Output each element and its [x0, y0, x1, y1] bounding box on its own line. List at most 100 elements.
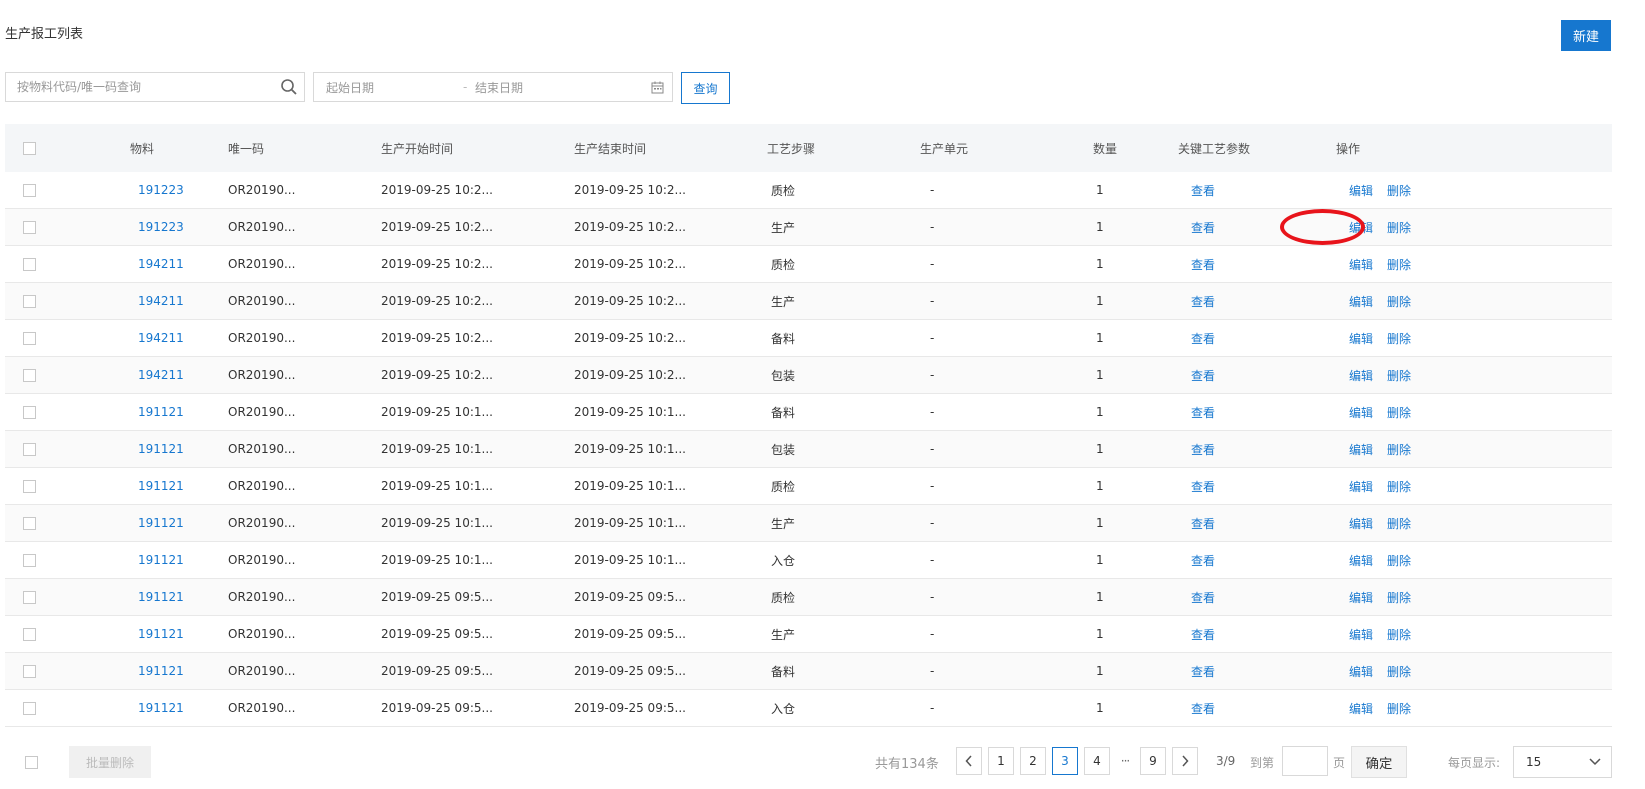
row-checkbox-cell[interactable] — [5, 368, 45, 382]
edit-link[interactable]: 编辑 — [1349, 369, 1373, 383]
material-link[interactable]: 194211 — [45, 257, 188, 271]
view-params-link[interactable]: 查看 — [1191, 517, 1215, 531]
row-checkbox[interactable] — [23, 184, 36, 197]
delete-link[interactable]: 删除 — [1387, 443, 1411, 457]
material-link[interactable]: 191121 — [45, 590, 188, 604]
page-4[interactable]: 4 — [1084, 747, 1110, 775]
batch-delete-button[interactable]: 批量删除 — [69, 746, 151, 778]
delete-link[interactable]: 删除 — [1387, 332, 1411, 346]
material-link[interactable]: 191223 — [45, 220, 188, 234]
edit-link[interactable]: 编辑 — [1349, 184, 1373, 198]
row-checkbox-cell[interactable] — [5, 331, 45, 345]
delete-link[interactable]: 删除 — [1387, 665, 1411, 679]
date-start-placeholder[interactable]: 起始日期 — [314, 79, 463, 96]
row-checkbox[interactable] — [23, 443, 36, 456]
query-button[interactable]: 查询 — [681, 72, 730, 104]
row-checkbox[interactable] — [23, 591, 36, 604]
delete-link[interactable]: 删除 — [1387, 184, 1411, 198]
date-range-picker[interactable]: 起始日期 - 结束日期 — [313, 72, 673, 102]
per-page-select[interactable]: 15 — [1513, 746, 1612, 778]
row-checkbox[interactable] — [23, 628, 36, 641]
view-params-link[interactable]: 查看 — [1191, 702, 1215, 716]
view-params-link[interactable]: 查看 — [1191, 665, 1215, 679]
delete-link[interactable]: 删除 — [1387, 295, 1411, 309]
row-checkbox[interactable] — [23, 554, 36, 567]
calendar-icon[interactable] — [642, 81, 672, 94]
edit-link[interactable]: 编辑 — [1349, 258, 1373, 272]
edit-link[interactable]: 编辑 — [1349, 406, 1373, 420]
view-params-link[interactable]: 查看 — [1191, 258, 1215, 272]
row-checkbox[interactable] — [23, 665, 36, 678]
row-checkbox-cell[interactable] — [5, 442, 45, 456]
row-checkbox-cell[interactable] — [5, 664, 45, 678]
material-link[interactable]: 191223 — [45, 183, 188, 197]
row-checkbox[interactable] — [23, 295, 36, 308]
row-checkbox-cell[interactable] — [5, 627, 45, 641]
view-params-link[interactable]: 查看 — [1191, 443, 1215, 457]
row-checkbox[interactable] — [23, 332, 36, 345]
material-link[interactable]: 191121 — [45, 701, 188, 715]
delete-link[interactable]: 删除 — [1387, 406, 1411, 420]
page-2[interactable]: 2 — [1020, 747, 1046, 775]
row-checkbox[interactable] — [23, 221, 36, 234]
edit-link[interactable]: 编辑 — [1349, 443, 1373, 457]
delete-link[interactable]: 删除 — [1387, 369, 1411, 383]
row-checkbox-cell[interactable] — [5, 701, 45, 715]
edit-link[interactable]: 编辑 — [1349, 295, 1373, 309]
view-params-link[interactable]: 查看 — [1191, 332, 1215, 346]
row-checkbox-cell[interactable] — [5, 220, 45, 234]
material-link[interactable]: 191121 — [45, 479, 188, 493]
row-checkbox[interactable] — [23, 517, 36, 530]
edit-link[interactable]: 编辑 — [1349, 702, 1373, 716]
page-9[interactable]: 9 — [1140, 747, 1166, 775]
goto-confirm-button[interactable]: 确定 — [1351, 746, 1407, 778]
delete-link[interactable]: 删除 — [1387, 480, 1411, 494]
pager-ellipsis[interactable]: ··· — [1116, 754, 1134, 768]
select-all-checkbox-cell[interactable] — [5, 141, 45, 155]
view-params-link[interactable]: 查看 — [1191, 295, 1215, 309]
edit-link[interactable]: 编辑 — [1349, 221, 1373, 235]
edit-link[interactable]: 编辑 — [1349, 480, 1373, 494]
row-checkbox[interactable] — [23, 480, 36, 493]
footer-select-all-checkbox[interactable] — [25, 756, 38, 769]
delete-link[interactable]: 删除 — [1387, 591, 1411, 605]
material-link[interactable]: 191121 — [45, 516, 188, 530]
row-checkbox[interactable] — [23, 406, 36, 419]
material-link[interactable]: 191121 — [45, 442, 188, 456]
delete-link[interactable]: 删除 — [1387, 554, 1411, 568]
view-params-link[interactable]: 查看 — [1191, 480, 1215, 494]
row-checkbox-cell[interactable] — [5, 294, 45, 308]
view-params-link[interactable]: 查看 — [1191, 184, 1215, 198]
edit-link[interactable]: 编辑 — [1349, 554, 1373, 568]
prev-page-icon[interactable] — [956, 747, 982, 775]
delete-link[interactable]: 删除 — [1387, 517, 1411, 531]
select-all-checkbox[interactable] — [23, 142, 36, 155]
row-checkbox-cell[interactable] — [5, 553, 45, 567]
row-checkbox[interactable] — [23, 258, 36, 271]
page-1[interactable]: 1 — [988, 747, 1014, 775]
new-button[interactable]: 新建 — [1561, 20, 1611, 51]
view-params-link[interactable]: 查看 — [1191, 369, 1215, 383]
material-link[interactable]: 194211 — [45, 294, 188, 308]
delete-link[interactable]: 删除 — [1387, 702, 1411, 716]
row-checkbox-cell[interactable] — [5, 590, 45, 604]
material-link[interactable]: 194211 — [45, 331, 188, 345]
row-checkbox-cell[interactable] — [5, 516, 45, 530]
material-link[interactable]: 194211 — [45, 368, 188, 382]
row-checkbox-cell[interactable] — [5, 405, 45, 419]
view-params-link[interactable]: 查看 — [1191, 554, 1215, 568]
row-checkbox[interactable] — [23, 702, 36, 715]
delete-link[interactable]: 删除 — [1387, 628, 1411, 642]
row-checkbox-cell[interactable] — [5, 257, 45, 271]
view-params-link[interactable]: 查看 — [1191, 591, 1215, 605]
search-icon[interactable] — [274, 73, 304, 101]
edit-link[interactable]: 编辑 — [1349, 628, 1373, 642]
edit-link[interactable]: 编辑 — [1349, 665, 1373, 679]
date-end-placeholder[interactable]: 结束日期 — [475, 79, 642, 96]
material-link[interactable]: 191121 — [45, 553, 188, 567]
material-link[interactable]: 191121 — [45, 405, 188, 419]
row-checkbox[interactable] — [23, 369, 36, 382]
material-link[interactable]: 191121 — [45, 627, 188, 641]
search-input[interactable] — [6, 73, 274, 101]
page-3-current[interactable]: 3 — [1052, 747, 1078, 775]
